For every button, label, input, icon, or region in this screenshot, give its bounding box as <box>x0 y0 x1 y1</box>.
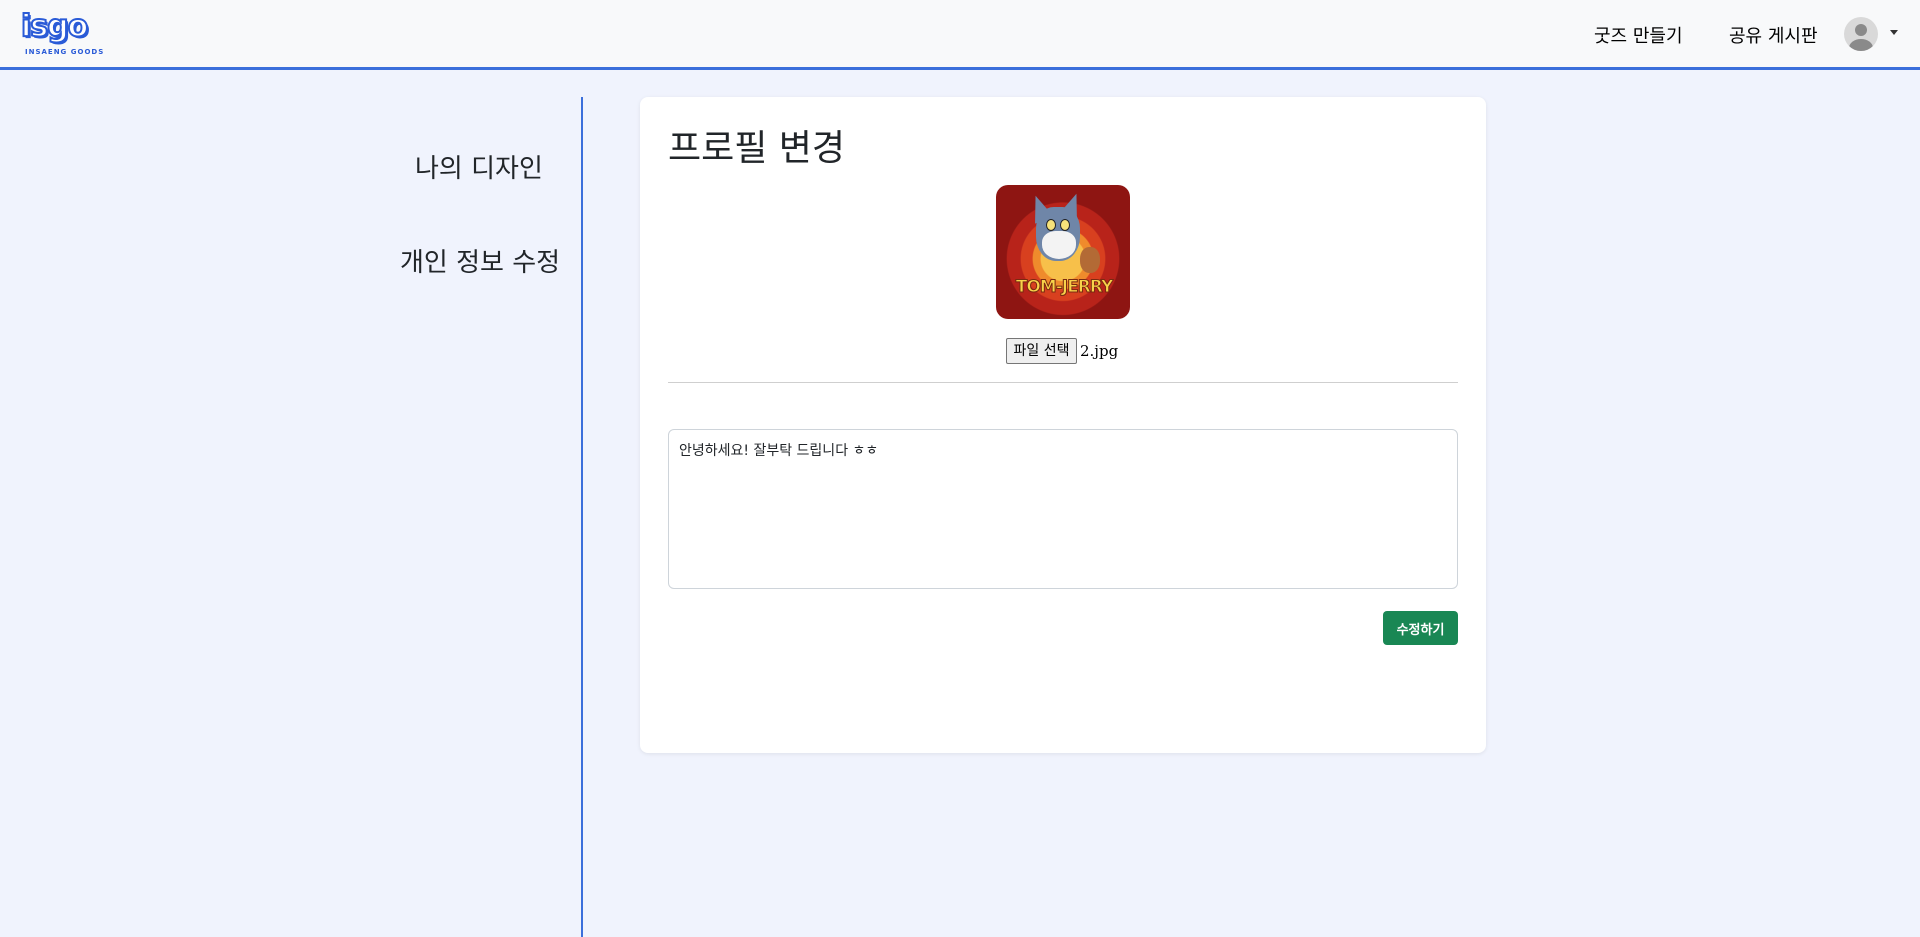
sidebar-item-edit-info[interactable]: 개인 정보 수정 <box>400 242 560 279</box>
profile-image: TOM-JERRY <box>996 185 1130 319</box>
bio-textarea[interactable]: 안녕하세요! 잘부탁 드립니다 ㅎㅎ <box>668 429 1458 589</box>
avatar-body-shape <box>1849 39 1873 51</box>
caret-down-icon[interactable] <box>1890 30 1898 35</box>
nav-share-board[interactable]: 공유 게시판 <box>1729 22 1818 48</box>
image-caption: TOM-JERRY <box>1015 277 1114 298</box>
image-tom-eye-right <box>1060 219 1070 231</box>
image-tom-face <box>1042 231 1076 259</box>
image-tom-eye-left <box>1046 219 1056 231</box>
user-avatar-icon[interactable] <box>1844 17 1878 51</box>
avatar-head-shape <box>1855 24 1867 36</box>
submit-edit-button[interactable]: 수정하기 <box>1383 611 1458 645</box>
logo[interactable]: isgo INSAENG GOODS <box>20 9 113 58</box>
selected-file-name: 2.jpg <box>1080 342 1119 360</box>
section-divider <box>668 382 1458 383</box>
sidebar-item-my-design[interactable]: 나의 디자인 <box>415 148 543 185</box>
page-title: 프로필 변경 <box>668 128 846 169</box>
top-navbar: isgo INSAENG GOODS 굿즈 만들기 공유 게시판 <box>0 0 1920 70</box>
profile-card: 프로필 변경 TOM-JERRY 파일 선택 2.jpg 안녕하세요! 잘부탁 … <box>640 97 1486 753</box>
sidebar-divider <box>581 97 583 937</box>
file-select-button[interactable]: 파일 선택 <box>1006 338 1077 364</box>
logo-subtext: INSAENG GOODS <box>25 48 105 56</box>
nav-make-goods[interactable]: 굿즈 만들기 <box>1594 22 1683 48</box>
image-jerry <box>1080 247 1100 273</box>
logo-text: isgo <box>20 9 89 45</box>
